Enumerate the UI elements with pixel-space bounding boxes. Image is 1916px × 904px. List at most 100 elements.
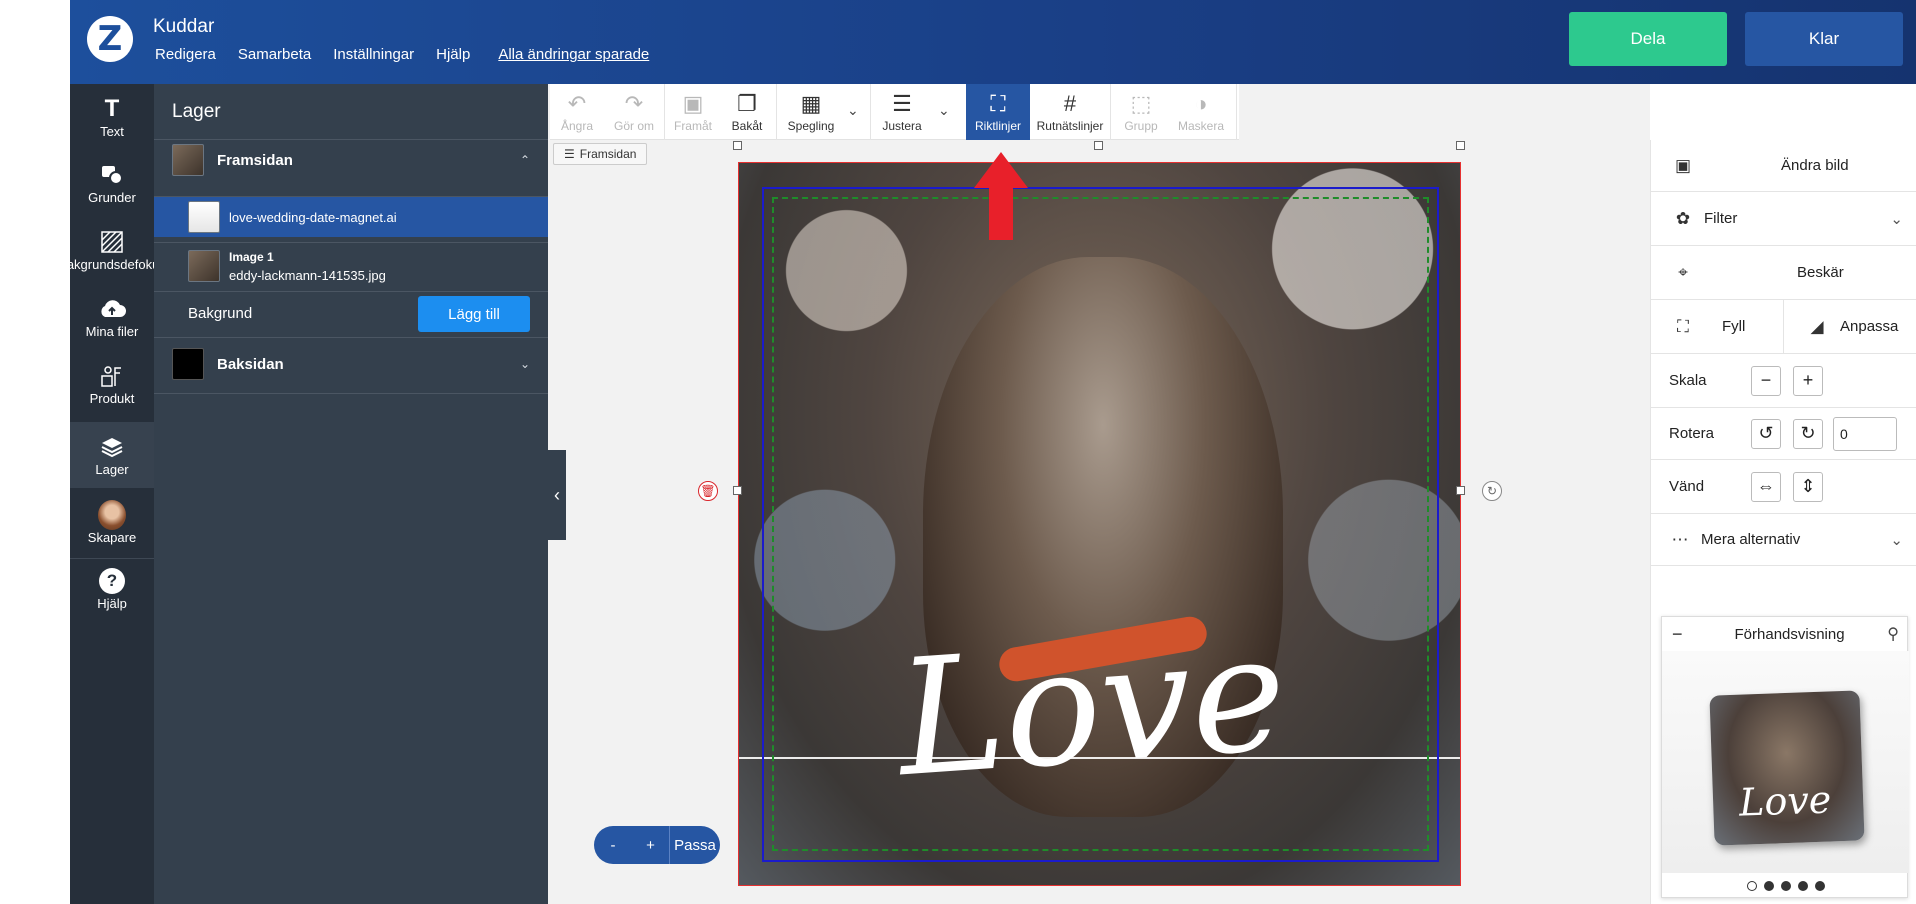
minimize-preview-button[interactable]: −	[1672, 624, 1683, 645]
delete-icon[interactable]: 🗑	[698, 481, 718, 501]
redo-button[interactable]: ↷ Gör om	[606, 84, 662, 140]
sidebar-item-layers[interactable]: Lager	[70, 422, 154, 488]
zoom-fit-button[interactable]: Passa	[670, 826, 720, 864]
align-button[interactable]: ☰ Justera	[874, 84, 930, 140]
text-icon: T	[104, 94, 120, 122]
scale-up-button[interactable]: +	[1793, 365, 1823, 396]
chevron-down-icon: ⌄	[1890, 210, 1903, 228]
tool-label: Rutnätslinjer	[1036, 119, 1104, 133]
rotate-right-button[interactable]: ↻	[1793, 418, 1823, 449]
menu-help[interactable]: Hjälp	[436, 46, 470, 63]
rotate-left-button[interactable]: ↺	[1751, 418, 1781, 449]
filter-aperture-icon: ✿	[1675, 208, 1691, 228]
send-backward-button[interactable]: ❐ Bakåt	[722, 84, 772, 140]
rotate-ccw-icon: ↺	[1758, 423, 1774, 443]
resize-handle[interactable]	[733, 141, 742, 150]
divider	[154, 337, 548, 338]
sidebar-item-help[interactable]: ? Hjälp	[70, 556, 154, 622]
menu-settings[interactable]: Inställningar	[333, 46, 414, 63]
page-dot[interactable]	[1781, 881, 1791, 891]
side-chip[interactable]: ☰ Framsidan	[553, 143, 648, 165]
preview-image[interactable]: Love	[1662, 651, 1909, 873]
page-dot-active[interactable]	[1747, 881, 1757, 891]
sidebar-item-basics[interactable]: Grunder	[70, 150, 154, 216]
back-thumbnail	[172, 348, 204, 380]
mirror-button[interactable]: ▦ Spegling	[780, 84, 842, 140]
preview-panel: − Förhandsvisning ⚲ Love	[1661, 616, 1909, 898]
red-arrow-annotation	[974, 152, 1028, 240]
tool-label: Grupp	[1124, 119, 1158, 133]
chevron-down-icon[interactable]: ⌄	[520, 357, 530, 371]
rotate-input[interactable]: 0	[1833, 416, 1897, 451]
saved-status-link[interactable]: Alla ändringar sparade	[498, 46, 649, 63]
zazzle-logo[interactable]: Z	[87, 16, 133, 62]
layers-panel-title: Lager	[172, 101, 221, 122]
avatar-icon	[98, 499, 126, 530]
done-button[interactable]: Klar	[1745, 12, 1903, 66]
background-label: Bakgrund	[188, 305, 253, 322]
fill-fit-row: ⛶ Fyll ◢ Anpassa	[1651, 299, 1916, 354]
fill-button[interactable]: ⛶ Fyll	[1651, 299, 1784, 354]
sidebar-item-creator[interactable]: Skapare	[70, 490, 154, 556]
resize-handle[interactable]	[1456, 141, 1465, 150]
layer-item-selected[interactable]: love-wedding-date-magnet.ai	[154, 197, 548, 237]
share-button[interactable]: Dela	[1569, 12, 1727, 66]
guides-button[interactable]: ⛶ Riktlinjer	[966, 84, 1030, 140]
more-options-dropdown[interactable]: ⋯ Mera alternativ ⌄	[1651, 514, 1916, 566]
sidebar-item-label: Bakgrundsdefokus	[70, 256, 154, 272]
layer-group-front[interactable]: Framsidan ⌃	[154, 140, 548, 180]
gridlines-button[interactable]: # Rutnätslinjer	[1032, 84, 1108, 140]
menu-edit[interactable]: Redigera	[155, 46, 216, 63]
layer-group-back[interactable]: Baksidan ⌄	[154, 346, 548, 382]
rotate-handle-icon[interactable]: ↻	[1482, 481, 1502, 501]
sidebar-item-label: Grunder	[88, 189, 136, 205]
resize-handle[interactable]	[1094, 141, 1103, 150]
align-left-icon: ☰	[892, 91, 912, 116]
scale-down-button[interactable]: −	[1751, 365, 1781, 396]
chevron-down-icon[interactable]: ⌄	[938, 102, 950, 119]
page-dot[interactable]	[1815, 881, 1825, 891]
fit-icon: ◢	[1810, 316, 1824, 336]
add-background-button[interactable]: Lägg till	[418, 296, 530, 332]
chevron-up-icon[interactable]: ⌃	[520, 153, 530, 167]
sidebar-item-product[interactable]: Produkt	[70, 351, 154, 417]
rotate-row: Rotera ↺ ↻ 0	[1651, 408, 1916, 460]
sidebar-item-text[interactable]: T Text	[70, 84, 154, 150]
resize-handle[interactable]	[1456, 486, 1465, 495]
toolbar-divider	[1110, 84, 1111, 140]
pillow-mockup: Love	[1709, 690, 1865, 846]
change-image-button[interactable]: ▣ Ändra bild	[1651, 140, 1916, 192]
undo-button[interactable]: ↶ Ångra	[552, 84, 602, 140]
collapse-panel-button[interactable]: ‹	[548, 450, 566, 540]
app-title: Kuddar	[153, 16, 215, 37]
preview-pagination	[1747, 881, 1825, 891]
resize-handle[interactable]	[733, 486, 742, 495]
chevron-down-icon[interactable]: ⌄	[847, 102, 859, 119]
main-menu: Redigera Samarbeta Inställningar Hjälp A…	[155, 46, 649, 63]
flip-vertical-button[interactable]: ⇕	[1793, 471, 1823, 502]
layer-item[interactable]: Image 1 eddy-lackmann-141535.jpg	[154, 244, 548, 288]
shapes-icon	[98, 162, 126, 188]
tool-sidebar: T Text Grunder Bakgrundsdefokus Mina fil…	[70, 84, 154, 904]
menu-collaborate[interactable]: Samarbeta	[238, 46, 311, 63]
divider	[154, 291, 548, 292]
tool-label: Spegling	[787, 119, 835, 133]
bring-forward-button[interactable]: ▣ Framåt	[668, 84, 718, 140]
page-dot[interactable]	[1798, 881, 1808, 891]
crop-button[interactable]: ⌖ Beskär	[1651, 246, 1916, 300]
group-button[interactable]: ⬚ Grupp	[1114, 84, 1168, 140]
redo-icon: ↷	[624, 91, 644, 116]
filter-dropdown[interactable]: ✿ Filter ⌄	[1651, 192, 1916, 246]
tool-label: Riktlinjer	[974, 119, 1021, 133]
mask-button[interactable]: ◑ Maskera	[1170, 84, 1232, 140]
page-dot[interactable]	[1764, 881, 1774, 891]
zoom-in-button[interactable]: +	[632, 826, 670, 864]
zoom-out-button[interactable]: -	[594, 826, 632, 864]
flip-horizontal-button[interactable]: ⇔	[1751, 471, 1781, 502]
grid-icon: #	[1063, 91, 1077, 116]
sidebar-item-my-files[interactable]: Mina filer	[70, 284, 154, 350]
sidebar-item-background-blur[interactable]: Bakgrundsdefokus	[70, 217, 154, 283]
safe-area-guide	[772, 197, 1429, 851]
zoom-search-icon[interactable]: ⚲	[1887, 624, 1899, 644]
fit-button[interactable]: ◢ Anpassa	[1784, 300, 1916, 354]
